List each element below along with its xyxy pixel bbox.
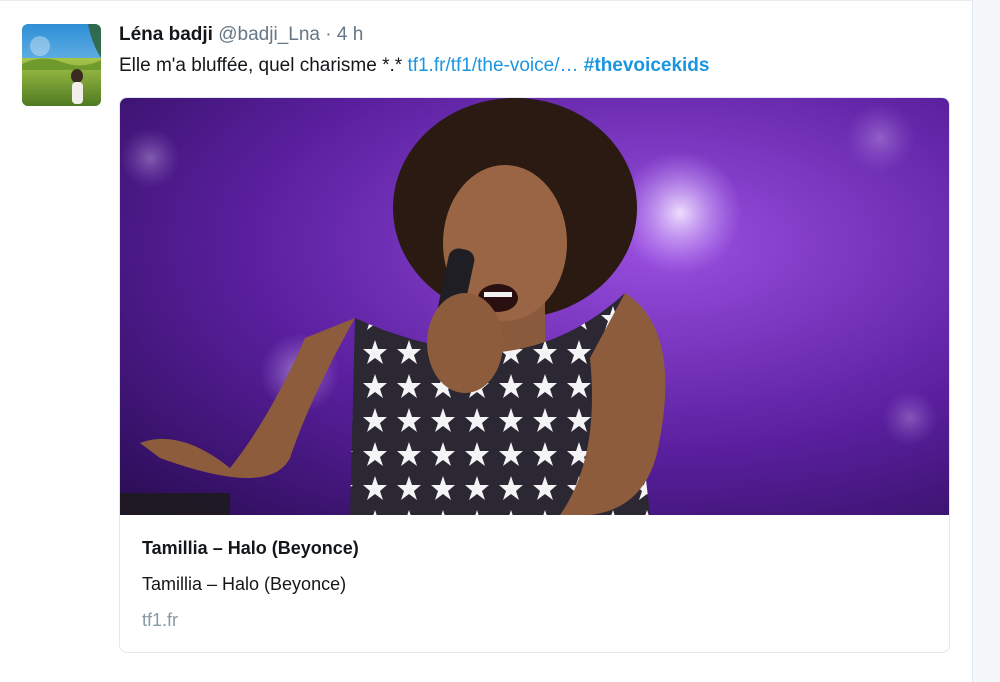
tweet-text: Elle m'a bluffée, quel charisme *.* tf1.… bbox=[119, 53, 709, 79]
link-card[interactable]: Tamillia – Halo (Beyonce) Tamillia – Hal… bbox=[119, 97, 950, 653]
tweet-timestamp[interactable]: 4 h bbox=[337, 24, 363, 45]
header-separator: · bbox=[325, 24, 332, 45]
singer-photo-icon bbox=[120, 98, 949, 515]
tweet-panel: Léna badji @badji_Lna · 4 h Elle m'a blu… bbox=[0, 0, 973, 682]
avatar-image bbox=[22, 24, 101, 106]
card-description: Tamillia – Halo (Beyonce) bbox=[142, 574, 347, 594]
author-name[interactable]: Léna badji bbox=[119, 24, 213, 45]
tweet-hashtag[interactable]: #thevoicekids bbox=[584, 55, 710, 76]
author-handle[interactable]: @badji_Lna bbox=[218, 24, 320, 45]
card-image[interactable] bbox=[120, 98, 949, 515]
avatar[interactable] bbox=[22, 24, 101, 106]
tweet-link[interactable]: tf1.fr/tf1/the-voice/… bbox=[407, 55, 578, 76]
tweet-body: Elle m'a bluffée, quel charisme *.* bbox=[119, 55, 403, 76]
card-title[interactable]: Tamillia – Halo (Beyonce) bbox=[142, 538, 359, 559]
card-domain[interactable]: tf1.fr bbox=[142, 610, 178, 631]
tweet-header: Léna badji @badji_Lna · 4 h bbox=[119, 23, 363, 47]
